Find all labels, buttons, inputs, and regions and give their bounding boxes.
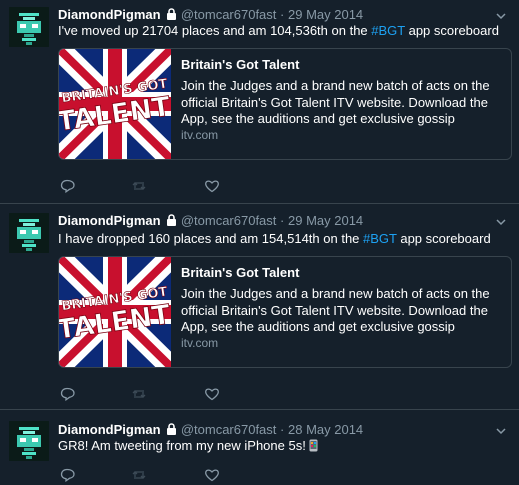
retweet-icon[interactable] [132, 468, 148, 482]
chevron-down-icon[interactable] [495, 424, 507, 436]
timestamp[interactable]: 29 May 2014 [288, 7, 363, 22]
link-card[interactable]: BRITAIN'S GOT TALENT Britain's Got Talen… [58, 48, 512, 160]
tweet-text-part: GR8! Am tweeting from my new iPhone 5s! [58, 438, 310, 453]
handle[interactable]: @tomcar670fast [181, 213, 277, 228]
reply-icon[interactable] [60, 468, 76, 482]
avatar-image [9, 421, 49, 461]
tweet[interactable]: DiamondPigman @tomcar670fast · 29 May 20… [0, 204, 519, 410]
avatar-image [9, 7, 49, 47]
tweet-text-part: app scoreboard [396, 231, 491, 246]
chevron-down-icon[interactable] [495, 9, 507, 21]
timestamp[interactable]: 29 May 2014 [288, 213, 363, 228]
display-name[interactable]: DiamondPigman [58, 7, 161, 22]
tweet-text: I've moved up 21704 places and am 104,53… [58, 23, 499, 39]
phone-emoji-icon [309, 439, 318, 456]
chevron-down-icon[interactable] [495, 215, 507, 227]
tweet-text: GR8! Am tweeting from my new iPhone 5s! [58, 438, 318, 456]
display-name[interactable]: DiamondPigman [58, 213, 161, 228]
retweet-icon[interactable] [132, 387, 148, 401]
lock-icon [166, 423, 177, 439]
card-description: Join the Judges and a brand new batch of… [181, 286, 490, 334]
handle[interactable]: @tomcar670fast [181, 7, 277, 22]
hashtag-link[interactable]: #BGT [363, 231, 397, 246]
card-description: Join the Judges and a brand new batch of… [181, 78, 490, 126]
separator-dot: · [280, 213, 285, 228]
heart-icon[interactable] [204, 387, 220, 401]
tweet[interactable]: DiamondPigman @tomcar670fast · 29 May 20… [0, 0, 519, 204]
tweet-text-part: I've moved up 21704 places and am 104,53… [58, 23, 372, 38]
display-name[interactable]: DiamondPigman [58, 422, 161, 437]
card-image: BRITAIN'S GOT TALENT [59, 49, 171, 159]
tweet-header: DiamondPigman @tomcar670fast · 28 May 20… [58, 422, 363, 439]
tweet-text-part: I have dropped 160 places and am 154,514… [58, 231, 364, 246]
tweet-text-part: app scoreboard [404, 23, 499, 38]
separator-dot: · [280, 422, 285, 437]
card-title: Britain's Got Talent [181, 265, 300, 280]
tweet-header: DiamondPigman @tomcar670fast · 29 May 20… [58, 213, 363, 230]
lock-icon [166, 214, 177, 230]
tweet-text: I have dropped 160 places and am 154,514… [58, 231, 491, 247]
link-card[interactable]: BRITAIN'S GOT TALENT Britain's Got Talen… [58, 256, 512, 368]
retweet-icon[interactable] [132, 179, 148, 193]
card-domain: itv.com [181, 128, 219, 142]
handle[interactable]: @tomcar670fast [181, 422, 277, 437]
avatar[interactable] [9, 7, 49, 47]
card-image: BRITAIN'S GOT TALENT [59, 257, 171, 367]
tweet-header: DiamondPigman @tomcar670fast · 29 May 20… [58, 7, 363, 24]
separator-dot: · [280, 7, 285, 22]
timestamp[interactable]: 28 May 2014 [288, 422, 363, 437]
heart-icon[interactable] [204, 468, 220, 482]
tweet[interactable]: DiamondPigman @tomcar670fast · 28 May 20… [0, 410, 519, 485]
reply-icon[interactable] [60, 179, 76, 193]
reply-icon[interactable] [60, 387, 76, 401]
card-domain: itv.com [181, 336, 219, 350]
lock-icon [166, 8, 177, 24]
card-title: Britain's Got Talent [181, 57, 300, 72]
heart-icon[interactable] [204, 179, 220, 193]
avatar-image [9, 213, 49, 253]
avatar[interactable] [9, 421, 49, 461]
avatar[interactable] [9, 213, 49, 253]
hashtag-link[interactable]: #BGT [371, 23, 405, 38]
